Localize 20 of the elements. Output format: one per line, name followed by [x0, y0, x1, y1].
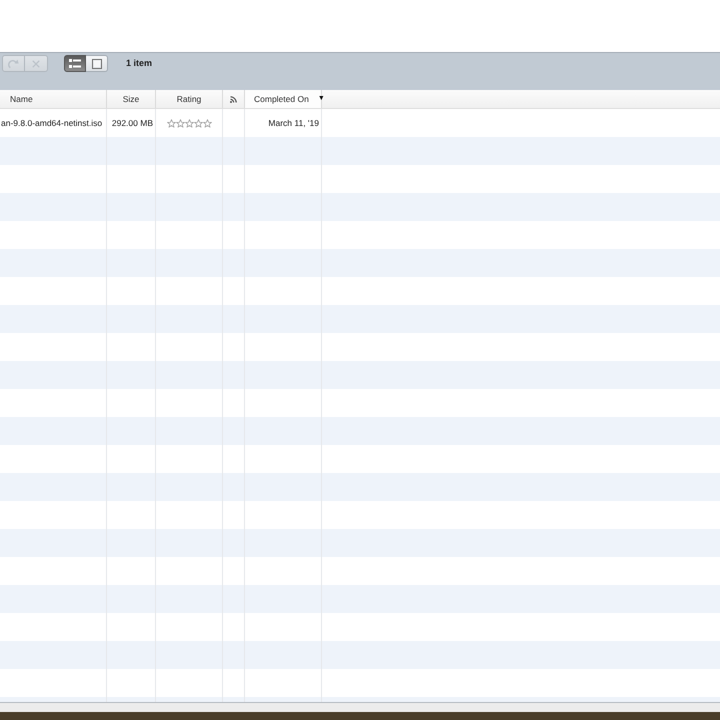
- view-mode-button[interactable]: [86, 55, 108, 72]
- star-icon: [166, 118, 176, 128]
- star-icon: [176, 118, 184, 128]
- star-rating[interactable]: [166, 118, 212, 128]
- column-header[interactable]: Rating: [156, 90, 223, 108]
- star-icon: [202, 118, 212, 128]
- star-icon: [184, 118, 194, 128]
- table-cell-text: an-9.8.0-amd64-netinst.iso: [0, 117, 104, 130]
- star-icon: [194, 118, 202, 128]
- table-cell-text: 292.00 MB: [110, 117, 154, 130]
- table-cell-text: March 11, '19: [267, 117, 320, 130]
- curved-arrow-icon: [8, 58, 19, 68]
- cross-icon: [32, 60, 40, 68]
- item-count: 1 item: [126, 57, 152, 70]
- feed-icon: [230, 96, 237, 102]
- list-icon: [69, 59, 81, 68]
- column-header[interactable]: Size: [107, 90, 156, 108]
- square-icon: [92, 58, 102, 68]
- column-header[interactable]: Name: [0, 90, 107, 108]
- view-mode-button[interactable]: [64, 55, 86, 72]
